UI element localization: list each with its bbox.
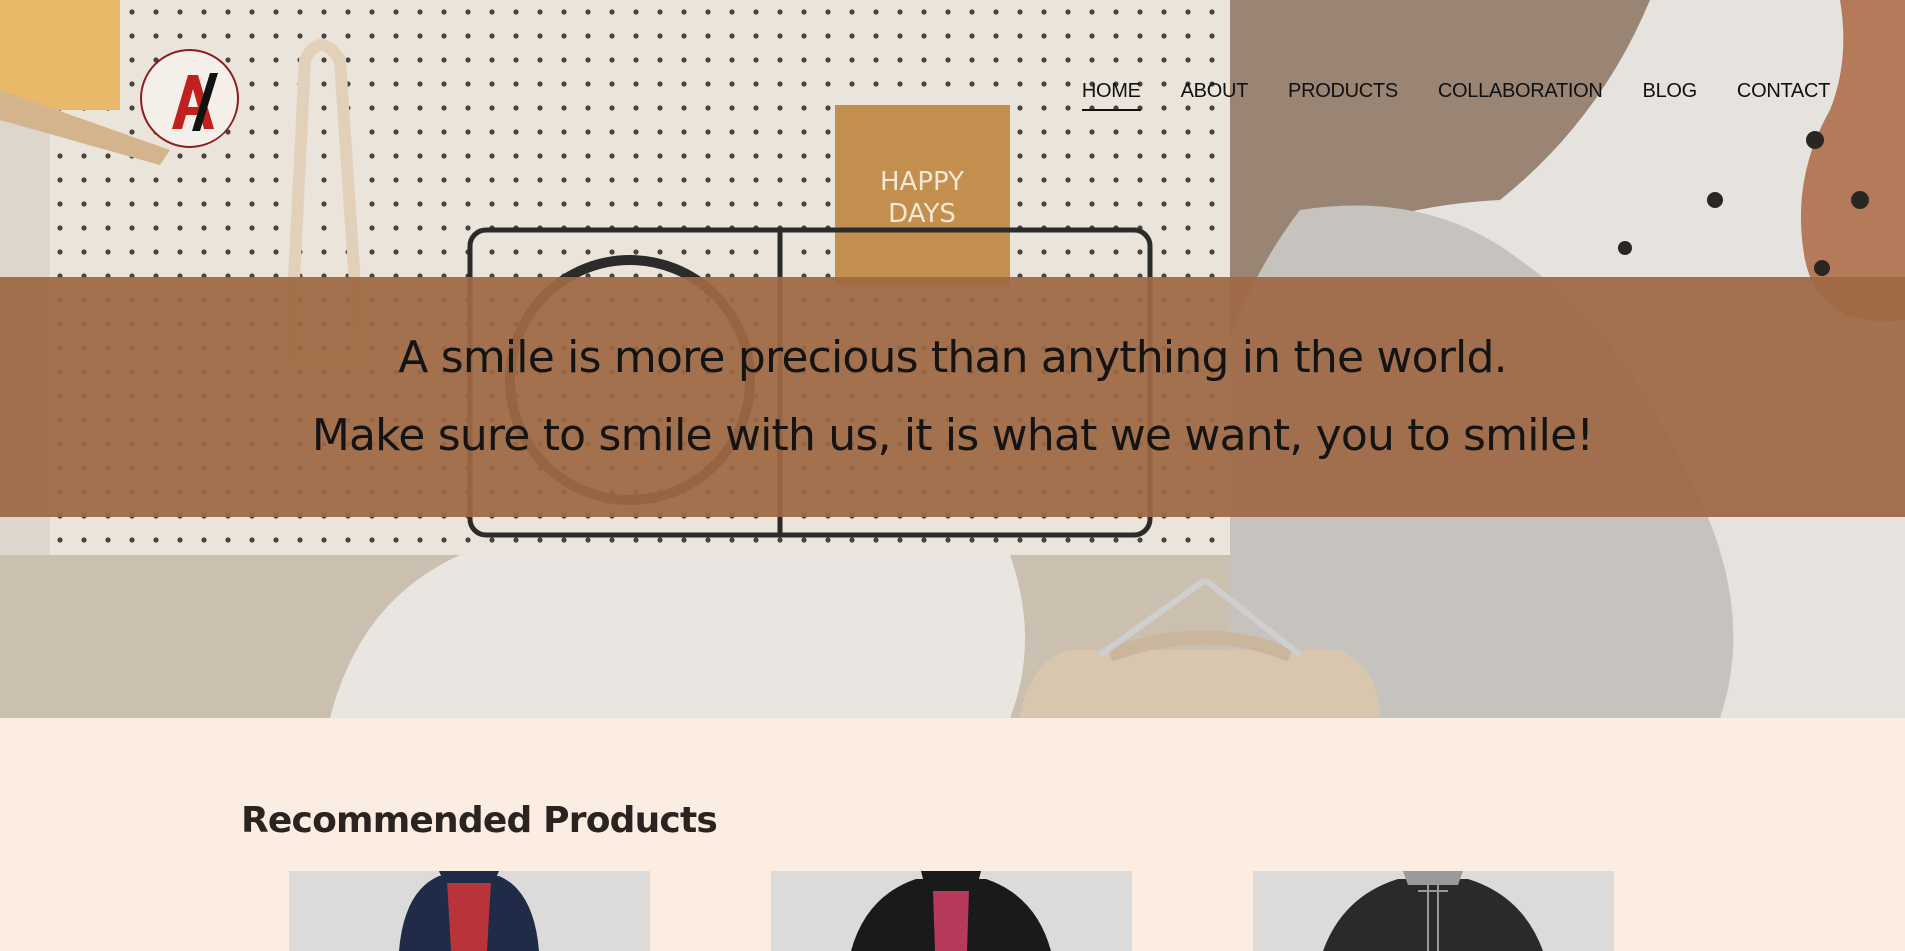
main-navigation: HOME ABOUT PRODUCTS COLLABORATION BLOG C…: [1081, 80, 1830, 111]
hero-headline-line2: Make sure to smile with us, it is what w…: [311, 410, 1594, 461]
book-text-happy: HAPPY: [880, 167, 964, 197]
nav-item-products[interactable]: PRODUCTS: [1288, 80, 1398, 111]
abaya-black-gray-image: [1253, 871, 1614, 951]
nav-item-blog[interactable]: BLOG: [1643, 80, 1698, 111]
hero-banner: A smile is more precious than anything i…: [0, 277, 1905, 517]
hero-headline-line1: A smile is more precious than anything i…: [398, 332, 1507, 383]
nav-item-contact[interactable]: CONTACT: [1737, 80, 1830, 111]
abaya-black-pink-image: [771, 871, 1132, 951]
product-card-3[interactable]: [1253, 871, 1614, 951]
nav-item-home[interactable]: HOME: [1081, 80, 1141, 111]
nav-item-about[interactable]: ABOUT: [1181, 80, 1249, 111]
product-card-1[interactable]: [289, 871, 650, 951]
book-text-days: DAYS: [888, 199, 956, 229]
hero-section: HAPPY DAYS HOME ABOUT PRODUCTS COLLABORA…: [0, 0, 1905, 718]
brand-logo[interactable]: [140, 49, 239, 148]
logo-mark-icon: [146, 55, 237, 146]
nav-item-collaboration[interactable]: COLLABORATION: [1438, 80, 1603, 111]
recommended-products-title: Recommended Products: [241, 800, 718, 841]
abaya-navy-red-image: [289, 871, 650, 951]
product-grid: [289, 871, 1614, 951]
product-card-2[interactable]: [771, 871, 1132, 951]
